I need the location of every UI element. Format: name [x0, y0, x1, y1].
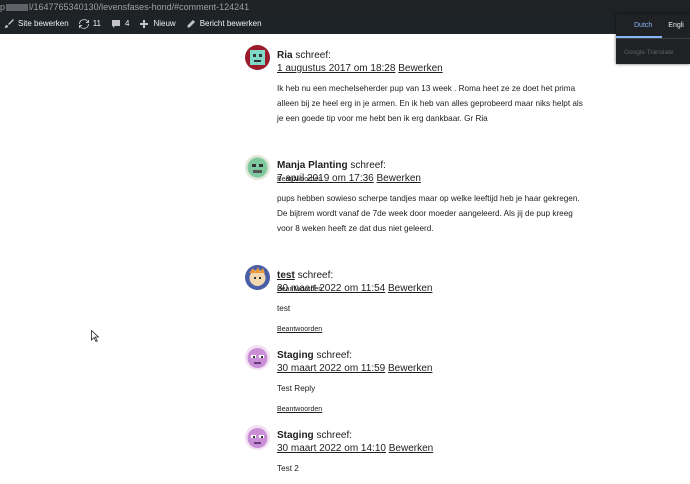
plus-icon — [140, 20, 149, 28]
avatar — [245, 45, 270, 70]
comment-body: Staging schreef: 30 maart 2022 om 14:10 … — [277, 425, 667, 476]
url-prefix: p — [0, 2, 6, 12]
comment-author-line: Staging schreef: — [277, 429, 667, 442]
tab-dutch[interactable]: Dutch — [616, 14, 663, 38]
comment-edit-link[interactable]: Bewerken — [377, 173, 421, 184]
url-text: l/1647765340130/levensfases-hond/#commen… — [29, 2, 250, 12]
comment-edit-link[interactable]: Bewerken — [388, 363, 432, 374]
comment-body: Staging schreef: 30 maart 2022 om 11:59 … — [277, 345, 667, 396]
comment-meta: 1 augustus 2017 om 18:28 Bewerken — [277, 62, 667, 76]
edit-post-button[interactable]: Bericht bewerken — [182, 14, 268, 34]
says-label: schreef: — [316, 350, 353, 361]
comment-line: Test Reply — [277, 384, 316, 393]
says-label: schreef: — [316, 430, 353, 441]
comment-author-link[interactable]: test — [277, 270, 295, 281]
comment-body: test schreef: 30 maart 2022 om 11:54 Bew… — [277, 265, 667, 316]
reply-link[interactable]: Beantwoorden — [277, 326, 322, 333]
comment-date-link[interactable]: 7 april 2019 om 17:36 — [277, 173, 374, 184]
updates-count: 11 — [92, 19, 102, 28]
comment-line: pups hebben sowieso scherpe tandjes maar… — [277, 194, 580, 203]
comment-line: test — [277, 304, 291, 313]
comment-line: alleen bij ze heel erg in je armen. En i… — [277, 99, 583, 108]
url-bar[interactable]: p l/1647765340130/levensfases-hond/#comme… — [0, 0, 690, 14]
comments-button[interactable]: 4 — [107, 14, 135, 34]
new-label: Nieuw — [153, 19, 176, 28]
comment-edit-link[interactable]: Bewerken — [388, 283, 432, 294]
comment-edit-link[interactable]: Bewerken — [398, 63, 442, 74]
admin-bar: Site bewerken 11 4 Nieuw Bericht bewerke… — [0, 14, 690, 34]
comment-date-link[interactable]: 30 maart 2022 om 14:10 — [277, 443, 386, 454]
redacted-url-part — [6, 4, 29, 12]
updates-button[interactable]: 11 — [75, 14, 107, 34]
comment-edit-link[interactable]: Bewerken — [389, 443, 433, 454]
reply-link[interactable]: Beantwoorden — [277, 406, 322, 413]
comment-line: Test 2 — [277, 464, 299, 473]
tab-english[interactable]: Engli — [662, 14, 684, 38]
avatar — [245, 155, 270, 180]
comment-author-line: Manja Planting schreef: — [277, 159, 667, 172]
avatar — [245, 265, 270, 290]
comment-author-line: test schreef: — [277, 269, 667, 282]
comment-author-line: Ria schreef: — [277, 49, 667, 62]
avatar — [245, 425, 270, 450]
comment-text: Test Reply — [277, 381, 667, 396]
comment-meta: 30 maart 2022 om 14:10 Bewerken — [277, 442, 667, 456]
says-label: schreef: — [350, 160, 386, 171]
comment-author: Staging — [277, 430, 314, 441]
comment-meta: 30 maart 2022 om 11:59 Bewerken — [277, 362, 667, 376]
comment-date-link[interactable]: 1 augustus 2017 om 18:28 — [277, 63, 395, 74]
comment-icon — [112, 20, 121, 28]
edit-post-label: Bericht bewerken — [199, 19, 262, 28]
comment-author: Staging — [277, 350, 314, 361]
comments-count: 4 — [125, 19, 130, 28]
site-edit-label: Site bewerken — [18, 19, 69, 28]
brush-icon — [5, 19, 14, 28]
comment-text: Test 2 — [277, 461, 667, 476]
comment-meta: 30 maart 2022 om 11:54 Bewerken — [277, 282, 667, 296]
comment-date-link[interactable]: 30 maart 2022 om 11:59 — [277, 363, 385, 374]
translate-tabs: Dutch Engli — [616, 14, 690, 39]
comment-text: Ik heb nu een mechelseherder pup van 13 … — [277, 81, 667, 126]
comment-text: test — [277, 301, 667, 316]
comment-text: pups hebben sowieso scherpe tandjes maar… — [277, 191, 667, 236]
comment-line: voor 8 weken heeft ze dat dus niet gelee… — [277, 224, 434, 233]
mouse-cursor-icon — [91, 330, 99, 342]
comment-author: Manja Planting — [277, 160, 348, 171]
comment-line: Ik heb nu een mechelseherder pup van 13 … — [277, 84, 576, 93]
site-edit-button[interactable]: Site bewerken — [0, 14, 75, 34]
says-label: schreef: — [295, 50, 331, 61]
comment-body: Manja Planting schreef: 7 april 2019 om … — [277, 155, 667, 236]
comment-author: Ria — [277, 50, 293, 61]
avatar — [245, 345, 270, 370]
new-button[interactable]: Nieuw — [135, 14, 181, 34]
refresh-icon — [78, 19, 89, 29]
says-label: schreef: — [297, 270, 334, 281]
comment-date-link[interactable]: 30 maart 2022 om 11:54 — [277, 283, 385, 294]
comment-body: Ria schreef: 1 augustus 2017 om 18:28 Be… — [277, 45, 667, 126]
pencil-icon — [187, 20, 195, 28]
comment-meta: 7 april 2019 om 17:36 Bewerken — [277, 172, 667, 186]
comment-author-line: Staging schreef: — [277, 349, 667, 362]
comment-line: De bijtrem wordt vanaf de 7de week door … — [277, 209, 573, 218]
comment-line: je een goede tip voor me hebt ben ik erg… — [277, 114, 488, 123]
